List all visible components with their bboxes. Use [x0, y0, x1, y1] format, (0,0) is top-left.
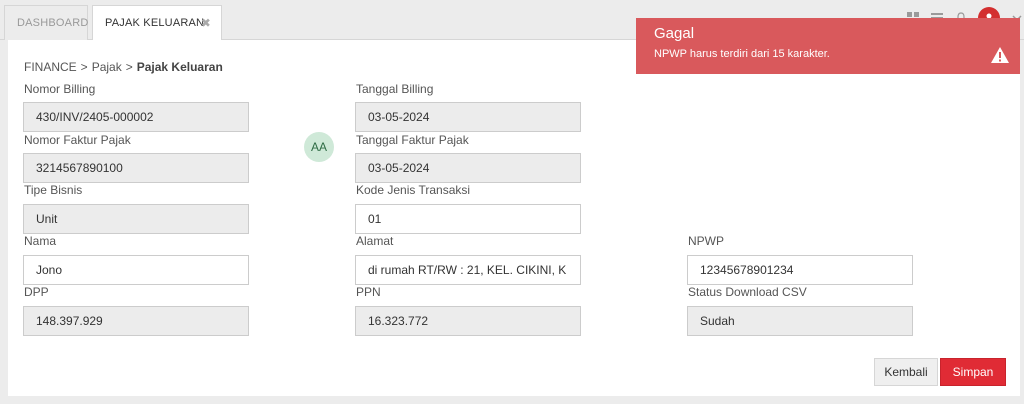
alamat-label: Alamat: [356, 234, 394, 248]
save-button[interactable]: Simpan: [940, 358, 1006, 386]
npwp-field[interactable]: 12345678901234: [687, 255, 913, 285]
nomor-faktur-label: Nomor Faktur Pajak: [24, 133, 131, 147]
ppn-label: PPN: [356, 285, 381, 299]
npwp-label: NPWP: [688, 234, 724, 248]
tab-dashboard[interactable]: DASHBOARD: [4, 5, 88, 40]
tipe-bisnis-label: Tipe Bisnis: [24, 183, 83, 197]
breadcrumb-finance[interactable]: FINANCE: [24, 60, 77, 74]
toast-message: NPWP harus terdiri dari 15 karakter.: [654, 48, 830, 60]
nama-field[interactable]: Jono: [23, 255, 249, 285]
nomor-faktur-field[interactable]: 3214567890100: [23, 153, 249, 183]
kode-jenis-transaksi-label: Kode Jenis Transaksi: [356, 183, 471, 197]
breadcrumb-separator: >: [80, 60, 88, 74]
nama-label: Nama: [24, 234, 57, 248]
toast-title: Gagal: [654, 25, 695, 42]
status-download-csv-field[interactable]: Sudah: [687, 306, 913, 336]
tanggal-faktur-label: Tanggal Faktur Pajak: [356, 133, 469, 147]
tanggal-billing-label: Tanggal Billing: [356, 82, 434, 96]
tanggal-billing-field[interactable]: 03-05-2024: [355, 102, 581, 132]
tipe-bisnis-field[interactable]: Unit: [23, 204, 249, 234]
tanggal-faktur-field[interactable]: 03-05-2024: [355, 153, 581, 183]
breadcrumb: FINANCE > Pajak > Pajak Keluaran: [24, 60, 223, 74]
nomor-billing-field[interactable]: 430/INV/2405-000002: [23, 102, 249, 132]
nomor-billing-label: Nomor Billing: [24, 82, 96, 96]
tab-pajak-keluaran[interactable]: PAJAK KELUARAN ✖: [92, 5, 222, 41]
warning-icon: [990, 46, 1010, 69]
breadcrumb-pajak[interactable]: Pajak: [92, 60, 122, 74]
status-download-csv-label: Status Download CSV: [688, 285, 807, 299]
tab-dashboard-label: DASHBOARD: [17, 17, 89, 29]
breadcrumb-separator: >: [125, 60, 133, 74]
dpp-label: DPP: [24, 285, 49, 299]
dpp-field[interactable]: 148.397.929: [23, 306, 249, 336]
kode-jenis-transaksi-field[interactable]: 01: [355, 204, 581, 234]
back-button[interactable]: Kembali: [874, 358, 938, 386]
tab-pajak-keluaran-label: PAJAK KELUARAN: [105, 17, 205, 29]
avatar: AA: [304, 132, 334, 162]
ppn-field[interactable]: 16.323.772: [355, 306, 581, 336]
error-toast[interactable]: Gagal NPWP harus terdiri dari 15 karakte…: [636, 18, 1020, 74]
close-icon[interactable]: ✖: [201, 16, 211, 30]
breadcrumb-current: Pajak Keluaran: [136, 60, 223, 74]
alamat-field[interactable]: di rumah RT/RW : 21, KEL. CIKINI, K: [355, 255, 581, 285]
